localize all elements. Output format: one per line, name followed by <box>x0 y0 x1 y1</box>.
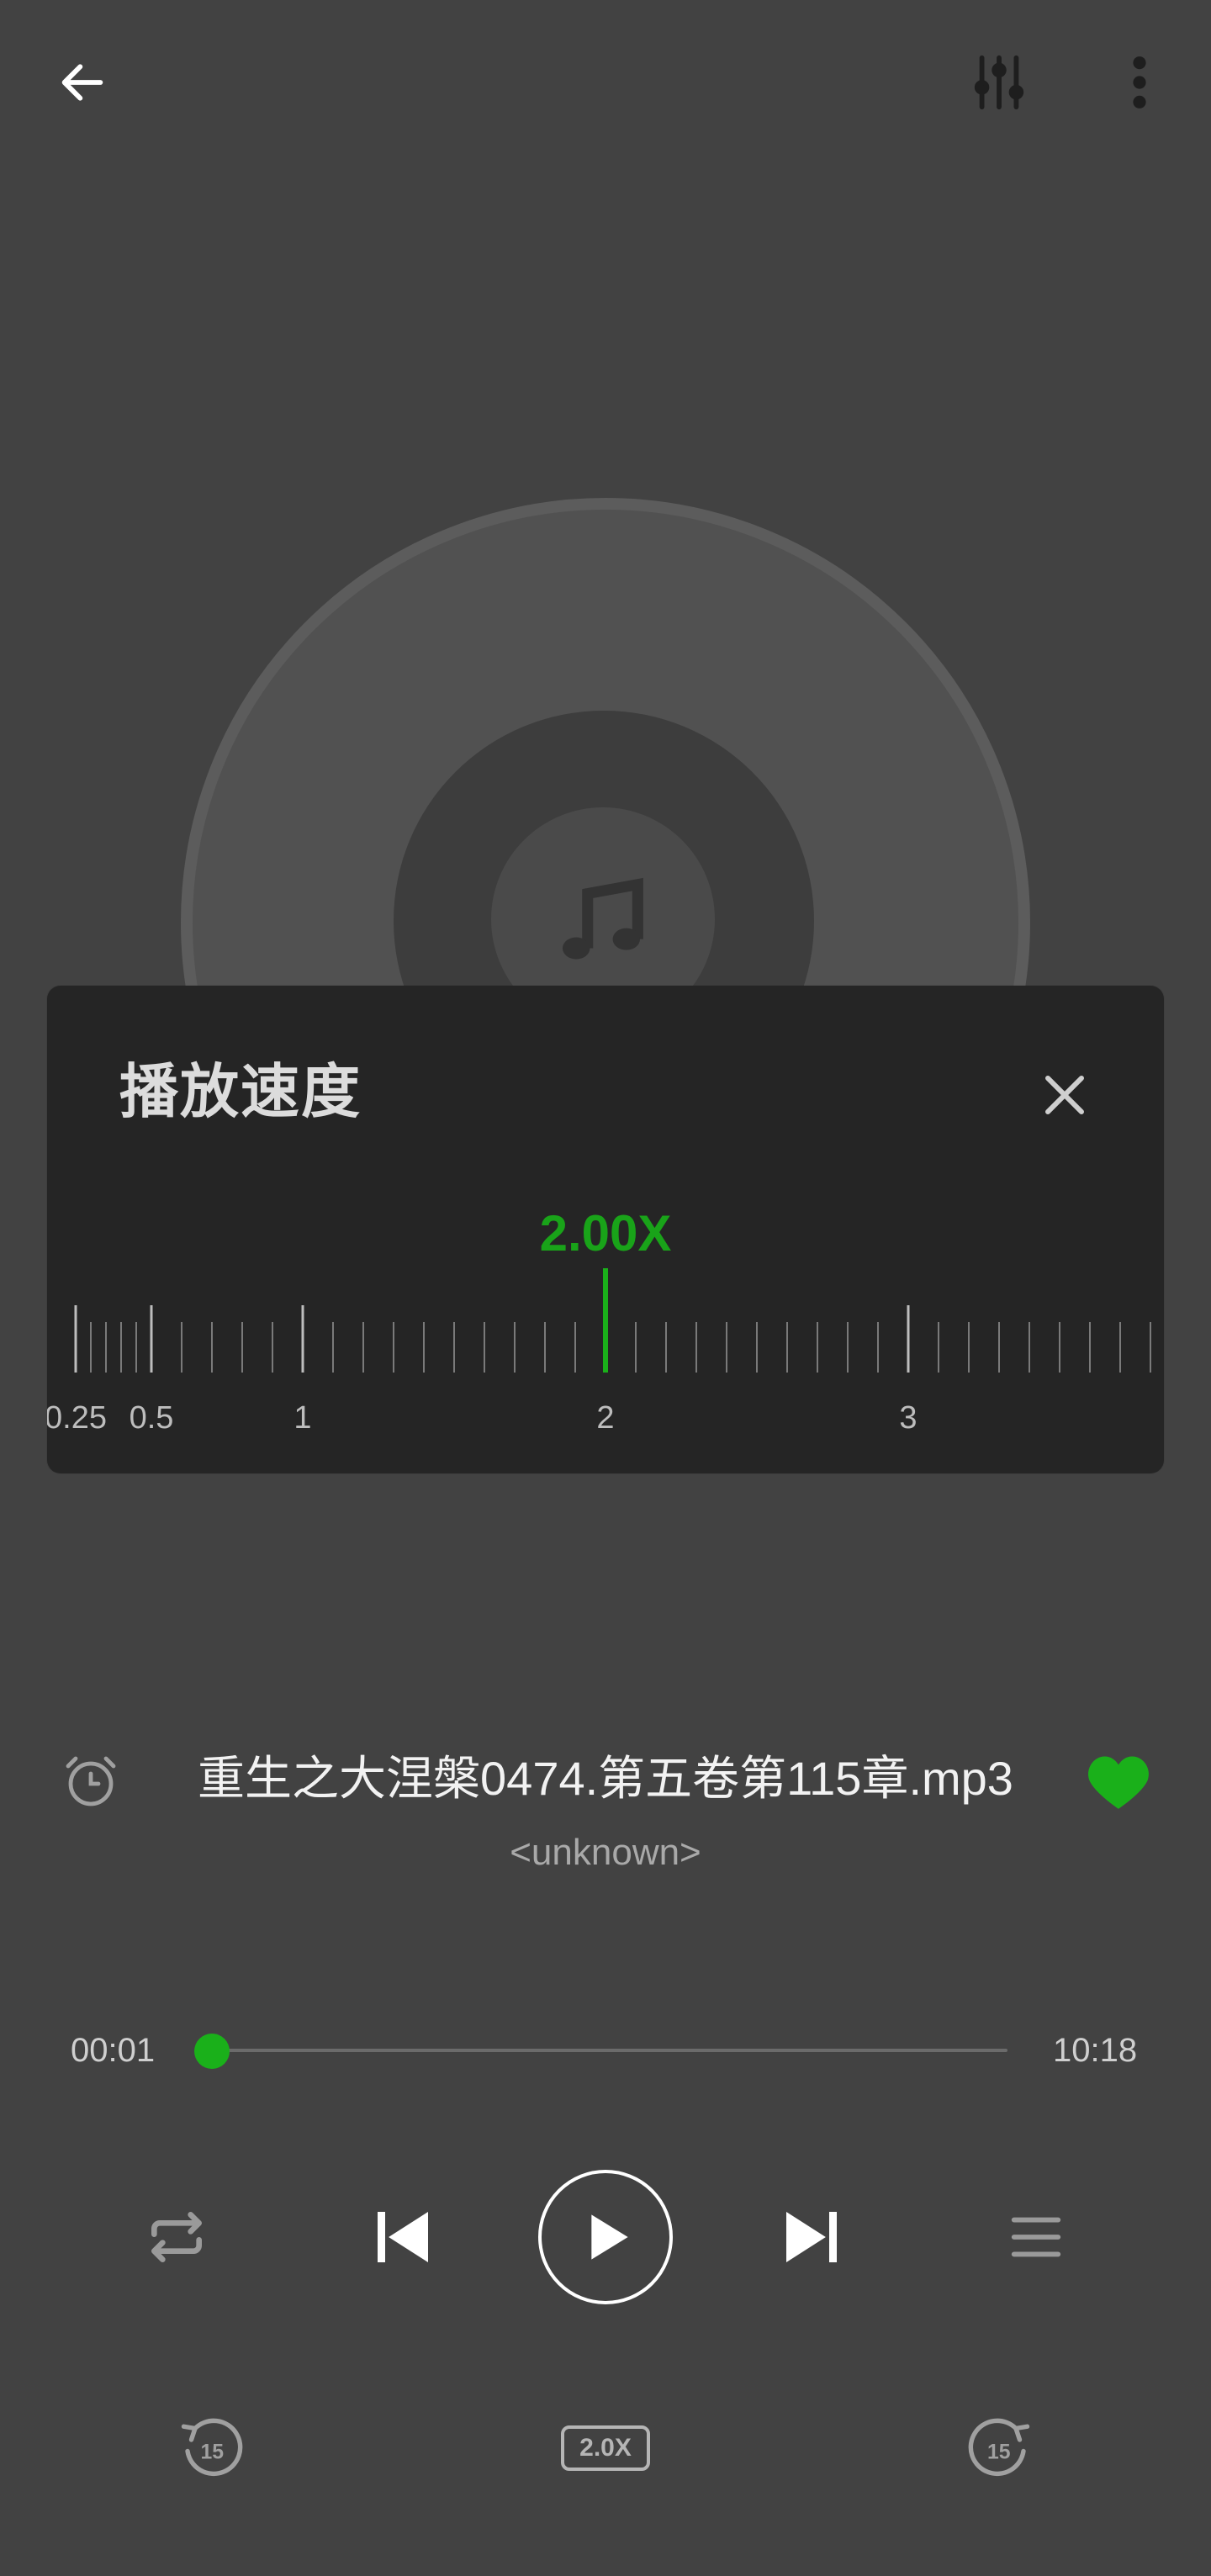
skip-next-icon <box>786 2212 837 2262</box>
song-title: 重生之大涅槃0474.第五卷第115章.mp3 <box>198 1752 1013 1805</box>
playlist-icon <box>1011 2217 1061 2257</box>
repeat-icon <box>151 2212 203 2262</box>
more-vertical-icon <box>1133 56 1146 108</box>
play-icon <box>591 2214 628 2260</box>
equalizer-button[interactable] <box>959 42 1039 123</box>
speed-button[interactable]: 2.0X <box>555 2419 656 2478</box>
rewind-15-icon: 15 <box>181 2418 243 2477</box>
equalizer-icon <box>974 55 1024 110</box>
speed-chip-label: 2.0X <box>561 2425 650 2471</box>
playlist-button[interactable] <box>994 2195 1078 2279</box>
total-time: 10:18 <box>1053 2032 1138 2069</box>
play-button[interactable] <box>538 2170 673 2304</box>
back-button[interactable] <box>40 40 124 124</box>
ruler-label: 0.25 <box>47 1400 107 1436</box>
previous-button[interactable] <box>357 2195 449 2279</box>
ruler-label: 2 <box>596 1400 614 1436</box>
arrow-left-icon <box>61 64 103 101</box>
playback-speed-panel: 播放速度 2.00X 0.25 0.5 1 2 3 <box>47 986 1164 1473</box>
rewind-seconds: 15 <box>200 2441 224 2464</box>
heart-icon <box>1088 1756 1149 1809</box>
seek-bar[interactable] <box>210 2049 1007 2052</box>
skip-previous-icon <box>378 2212 428 2262</box>
rewind-15-button[interactable]: 15 <box>168 2405 252 2489</box>
forward-15-button[interactable]: 15 <box>959 2405 1043 2489</box>
repeat-button[interactable] <box>135 2195 219 2279</box>
song-artist: <unknown> <box>510 1832 701 1873</box>
more-options-button[interactable] <box>1102 42 1177 123</box>
sleep-timer-button[interactable] <box>61 1751 121 1812</box>
favorite-button[interactable] <box>1085 1751 1152 1812</box>
alarm-clock-icon <box>66 1756 116 1806</box>
ruler-label: 1 <box>293 1400 311 1436</box>
seek-thumb[interactable] <box>193 2034 230 2069</box>
forward-15-icon: 15 <box>968 2418 1030 2477</box>
current-time: 00:01 <box>71 2032 156 2069</box>
next-button[interactable] <box>765 2195 858 2279</box>
speed-ruler[interactable]: 0.25 0.5 1 2 3 <box>47 986 1164 1473</box>
forward-seconds: 15 <box>987 2441 1011 2464</box>
music-note-icon <box>562 877 643 960</box>
ruler-label: 3 <box>899 1400 917 1436</box>
player-screen: 播放速度 2.00X 0.25 0.5 1 2 3 重生之大涅槃0474.第五卷第115… <box>0 0 1211 2576</box>
ruler-label: 0.5 <box>130 1400 174 1436</box>
